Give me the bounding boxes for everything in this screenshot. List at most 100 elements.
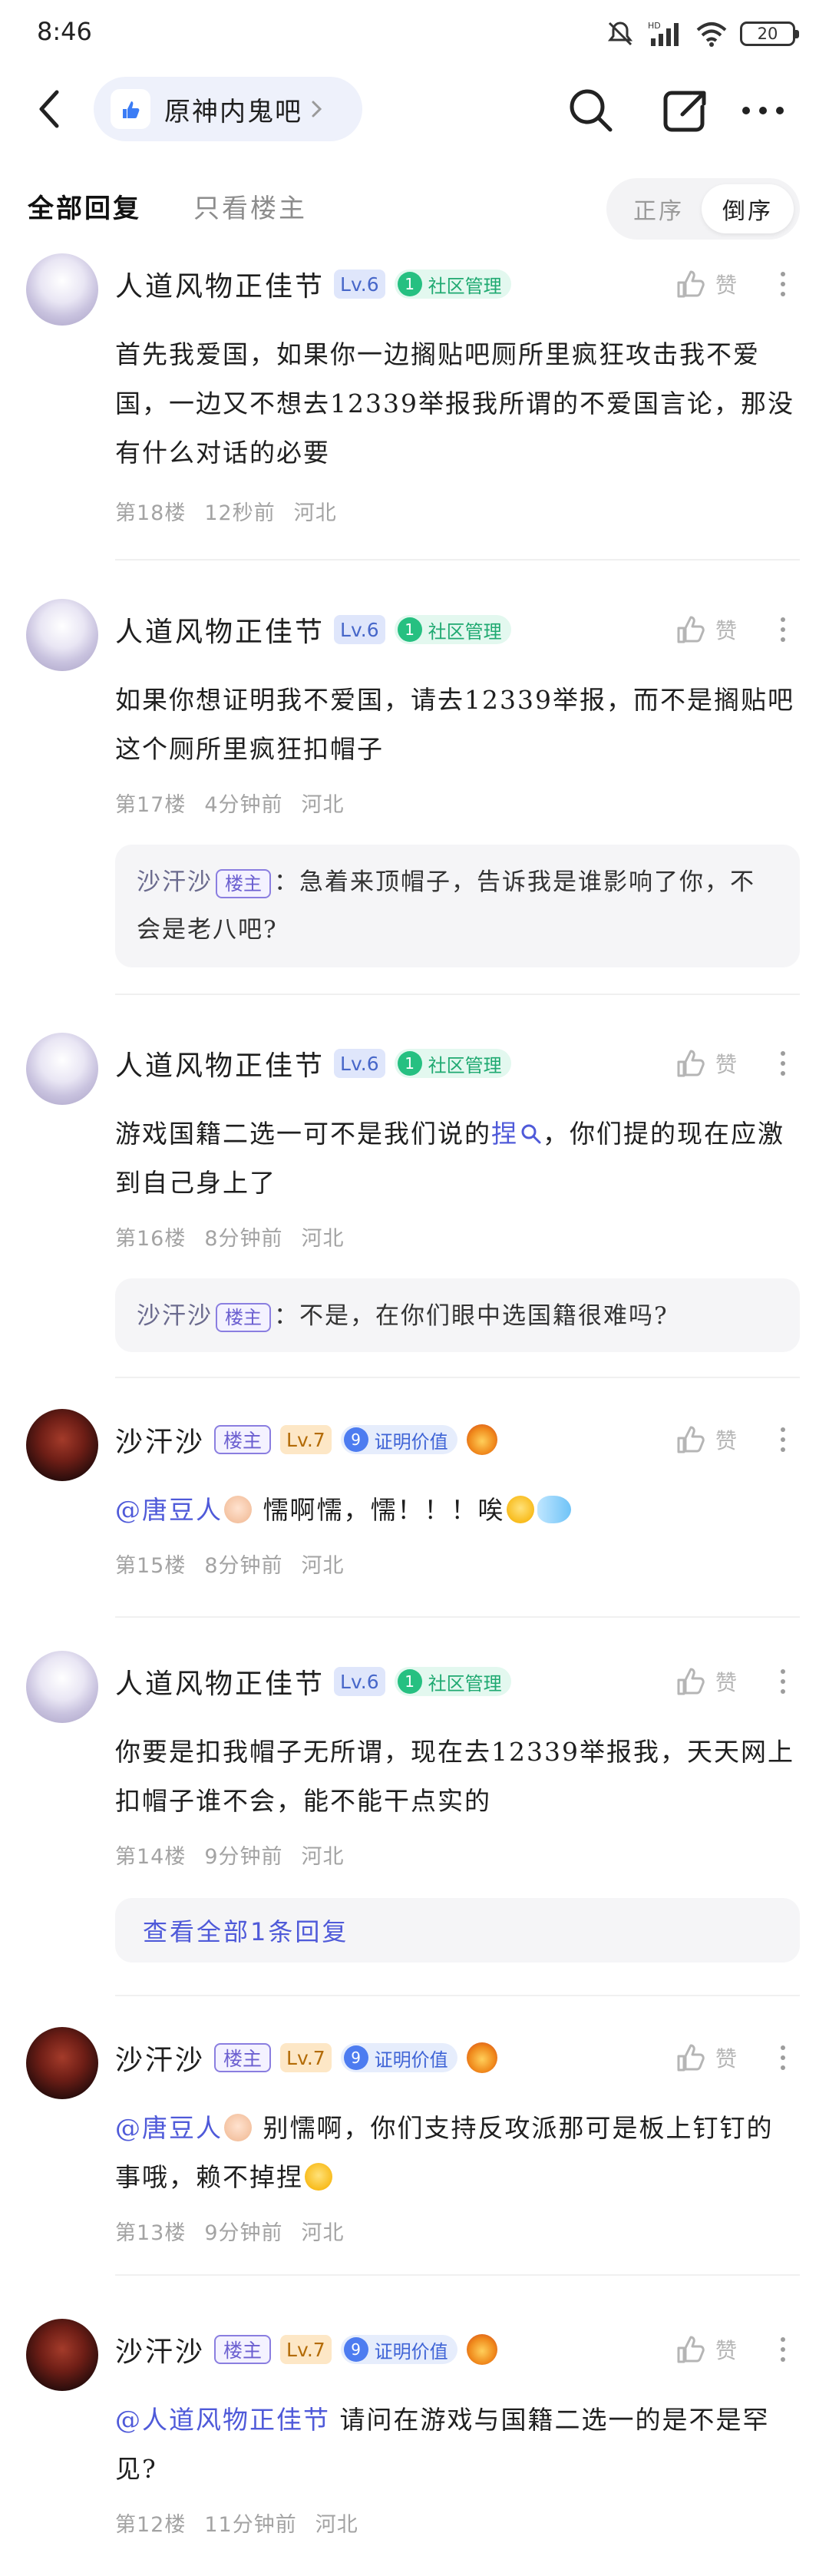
role-badge: 1 社区管理	[394, 1667, 511, 1696]
author-name[interactable]: 沙汗沙	[115, 1420, 205, 1460]
sub-reply-box[interactable]: 沙汗沙 楼主 ：不是，在你们眼中选国籍很难吗?	[115, 1278, 800, 1352]
level-badge: Lv.6	[334, 270, 385, 299]
post-more-button[interactable]	[768, 2330, 798, 2369]
role-badge-number: 1	[397, 1051, 422, 1076]
post-more-button[interactable]	[768, 1043, 798, 1083]
role-badge-number: 9	[343, 2045, 368, 2070]
surprised-emoji-icon	[506, 1496, 534, 1523]
post-more-button[interactable]	[768, 1420, 798, 1460]
author-name[interactable]: 人道风物正佳节	[115, 264, 325, 304]
search-icon	[570, 89, 613, 132]
divider	[115, 559, 800, 561]
share-button[interactable]	[659, 84, 711, 137]
post-more-button[interactable]	[768, 2038, 798, 2078]
reply-post: 人道风物正佳节 Lv.6 1 社区管理 赞 首先我爱国，如果你一边搁贴吧厕所里疯狂…	[0, 253, 829, 561]
post-text-part: 懦啊懦，懦！！！唉	[253, 1495, 505, 1525]
owner-badge: 楼主	[214, 2043, 272, 2072]
like-button[interactable]: 赞	[674, 1043, 737, 1083]
search-button[interactable]	[565, 84, 617, 137]
back-button[interactable]	[31, 86, 69, 132]
like-label: 赞	[715, 2338, 737, 2363]
sort-toggle: 正序 倒序	[606, 178, 800, 240]
avatar[interactable]	[26, 2027, 98, 2099]
divider	[115, 1616, 800, 1618]
mention-link[interactable]: @人道风物正佳节	[115, 2405, 330, 2435]
post-text: 首先我爱国，如果你一边搁贴吧厕所里疯狂攻击我不爱国，一边又不想去12339举报我…	[115, 339, 794, 468]
avatar[interactable]	[26, 1409, 98, 1481]
author-row: 人道风物正佳节 Lv.6 1 社区管理	[115, 1660, 511, 1703]
role-badge-label: 证明价值	[374, 2340, 448, 2363]
sub-reply-text: ：不是，在你们眼中选国籍很难吗?	[274, 1302, 669, 1330]
role-badge-number: 9	[343, 2337, 368, 2362]
author-name[interactable]: 沙汗沙	[115, 2038, 205, 2078]
post-more-button[interactable]	[768, 610, 798, 650]
level-badge: Lv.7	[280, 2335, 332, 2364]
author-name[interactable]: 人道风物正佳节	[115, 1043, 325, 1083]
author-row: 人道风物正佳节 Lv.6 1 社区管理	[115, 1042, 511, 1085]
thumbs-up-icon	[677, 616, 705, 643]
mention-link[interactable]: @唐豆人	[115, 1495, 223, 1525]
like-button[interactable]: 赞	[674, 2330, 737, 2369]
reply-post: 人道风物正佳节 Lv.6 1 社区管理 赞 如果你想证明我不爱国，请去12339举…	[0, 599, 829, 998]
post-text: 你要是扣我帽子无所谓，现在去12339举报我，天天网上扣帽子谁不会，能不能干点实…	[115, 1737, 794, 1816]
like-button[interactable]: 赞	[674, 1662, 737, 1701]
search-icon	[521, 1124, 541, 1144]
like-button[interactable]: 赞	[674, 264, 737, 304]
post-meta: 第18楼 12秒前 河北	[115, 496, 337, 526]
level-badge: Lv.6	[334, 1667, 385, 1696]
level-badge: Lv.7	[280, 1425, 332, 1454]
avatar[interactable]	[26, 1033, 98, 1105]
post-time: 12秒前	[204, 501, 276, 525]
like-button[interactable]: 赞	[674, 1420, 737, 1460]
role-badge-label: 社区管理	[428, 1054, 502, 1076]
mention-link[interactable]: @唐豆人	[115, 2113, 223, 2143]
role-badge-number: 1	[397, 617, 422, 642]
author-name[interactable]: 沙汗沙	[115, 2330, 205, 2369]
role-badge-label: 社区管理	[428, 1672, 502, 1695]
tab-owner-only[interactable]: 只看楼主	[193, 187, 307, 225]
view-all-replies-button[interactable]: 查看全部1条回复	[115, 1898, 800, 1963]
role-badge-label: 社区管理	[428, 620, 502, 643]
post-time: 4分钟前	[204, 793, 283, 817]
search-keyword-link[interactable]: 捏	[491, 1119, 518, 1149]
thumbs-up-icon	[677, 1426, 705, 1453]
sort-descending-button[interactable]: 倒序	[702, 184, 794, 233]
floor-number: 第15楼	[115, 1554, 187, 1578]
sub-reply-author[interactable]: 沙汗沙	[137, 868, 213, 896]
wifi-icon	[696, 22, 727, 47]
author-name[interactable]: 人道风物正佳节	[115, 1662, 325, 1701]
avatar[interactable]	[26, 1651, 98, 1723]
like-button[interactable]: 赞	[674, 610, 737, 650]
avatar[interactable]	[26, 253, 98, 326]
chevron-right-icon	[312, 101, 322, 117]
like-button[interactable]: 赞	[674, 2038, 737, 2078]
role-badge: 9 证明价值	[340, 2335, 457, 2364]
owner-badge: 楼主	[214, 1425, 272, 1454]
post-time: 11分钟前	[204, 2513, 297, 2537]
author-name[interactable]: 人道风物正佳节	[115, 610, 325, 650]
role-badge-number: 1	[397, 1669, 422, 1694]
post-more-button[interactable]	[768, 1662, 798, 1701]
sort-ascending-button[interactable]: 正序	[613, 184, 705, 233]
forum-entry-button[interactable]: 原神内鬼吧	[94, 77, 362, 141]
post-meta: 第17楼 4分钟前 河北	[115, 788, 345, 818]
post-time: 8分钟前	[204, 1554, 283, 1578]
baby-emoji-icon	[224, 1496, 252, 1523]
tab-all-replies[interactable]: 全部回复	[28, 187, 141, 225]
post-location: 河北	[301, 1227, 345, 1251]
avatar[interactable]	[26, 599, 98, 671]
post-meta: 第13楼 9分钟前 河北	[115, 2216, 345, 2246]
sub-reply-box[interactable]: 沙汗沙 楼主 ：急着来顶帽子，告诉我是谁影响了你，不会是老八吧?	[115, 845, 800, 967]
role-badge: 1 社区管理	[394, 615, 511, 644]
sub-reply-author[interactable]: 沙汗沙	[137, 1302, 213, 1330]
avatar[interactable]	[26, 2319, 98, 2391]
dash-emoji-icon	[537, 1496, 571, 1523]
post-text: 游戏国籍二选一可不是我们说的捏 ，你们提的现在应激到自己身上了	[115, 1109, 800, 1208]
post-text-part: 游戏国籍二选一可不是我们说的	[115, 1119, 491, 1149]
post-more-button[interactable]	[768, 264, 798, 304]
owner-badge: 楼主	[216, 868, 271, 898]
top-nav: 原神内鬼吧	[0, 71, 829, 147]
post-meta: 第14楼 9分钟前 河北	[115, 1840, 345, 1870]
more-options-button[interactable]	[737, 84, 789, 137]
floor-number: 第13楼	[115, 2221, 187, 2245]
